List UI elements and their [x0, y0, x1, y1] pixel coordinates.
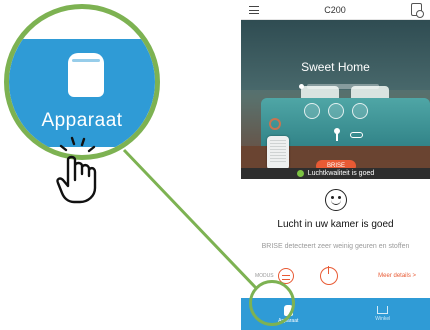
tutorial-stage: C200 Sweet Home BRISE Luchtkwaliteit is … [0, 0, 430, 330]
highlight-ring [249, 280, 295, 326]
brise-button[interactable]: BRISE [316, 160, 356, 168]
nav-item-label: Winkel [375, 316, 391, 322]
purifier-icon [68, 53, 104, 97]
indicator-circle[interactable] [328, 103, 344, 119]
air-status: Lucht in uw kamer is goed BRISE detectee… [241, 189, 430, 250]
home-name: Sweet Home [301, 60, 370, 74]
top-bar: C200 [241, 0, 430, 20]
hero-indicators [304, 103, 368, 119]
air-purifier-image [267, 136, 289, 168]
device-settings-icon[interactable] [410, 3, 424, 18]
home-location [299, 82, 379, 90]
location-text-blurred [307, 83, 379, 89]
air-quality-text: Luchtkwaliteit is goed [307, 170, 375, 177]
connector-line [122, 148, 258, 290]
more-details-link[interactable]: Meer details > [378, 273, 416, 279]
mode-label: MODUS [255, 273, 274, 279]
key-icon[interactable] [334, 128, 340, 141]
device-title: C200 [324, 4, 346, 15]
status-title: Lucht in uw kamer is goed [277, 219, 394, 230]
home-hero-image: Sweet Home BRISE [241, 20, 430, 168]
callout-label: Apparaat [41, 110, 123, 131]
good-status-dot-icon [296, 170, 304, 177]
hero-lamp [269, 118, 281, 130]
power-button[interactable] [319, 266, 338, 285]
indicator-circle[interactable] [304, 103, 320, 119]
hero-wall [241, 20, 430, 90]
location-pin-icon [299, 83, 304, 89]
link-icon[interactable] [350, 132, 363, 138]
nav-item-winkel[interactable]: Winkel [336, 298, 430, 330]
hamburger-menu-icon[interactable] [249, 5, 259, 14]
tap-hand-icon [56, 136, 97, 204]
indicator-circle[interactable] [352, 103, 368, 119]
smiley-face-icon [324, 189, 347, 211]
status-description: BRISE detecteert zeer weinig geuren en s… [261, 243, 410, 250]
air-quality-bar: Luchtkwaliteit is goed [241, 168, 430, 179]
cart-icon [377, 306, 389, 314]
